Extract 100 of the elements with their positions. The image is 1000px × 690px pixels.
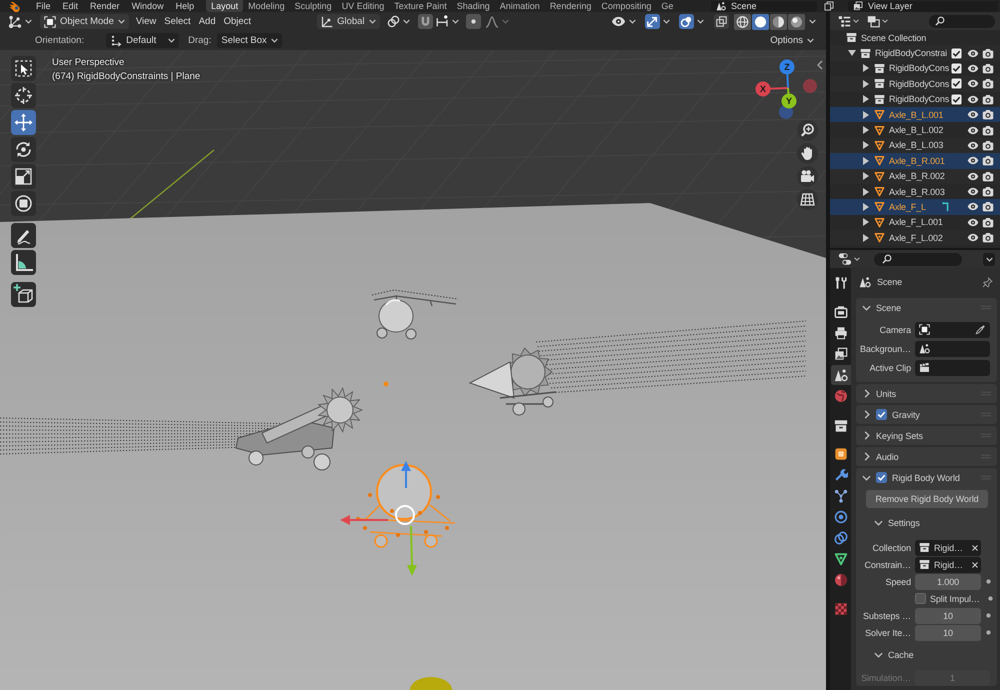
outliner-row[interactable]: Scene Collection [830, 30, 1000, 46]
expand-arrow-icon[interactable] [863, 234, 869, 242]
ruler-icon[interactable] [11, 250, 36, 275]
editor-type-button[interactable] [838, 252, 860, 266]
eye-icon[interactable] [967, 94, 979, 104]
workspace-tab[interactable]: Modeling [243, 0, 290, 12]
eye-icon[interactable] [967, 64, 979, 73]
datablock-field[interactable]: Rigid… [915, 540, 981, 556]
close-icon[interactable] [970, 560, 979, 568]
checkbox-control[interactable]: Split Impul… [915, 590, 983, 606]
workspace-tab[interactable]: Compositing [596, 0, 656, 12]
xray-squares-icon[interactable] [714, 14, 729, 29]
search-field[interactable] [929, 14, 995, 28]
zoom-icon[interactable] [797, 120, 818, 141]
expand-arrow-icon[interactable] [863, 95, 869, 104]
outliner-row[interactable]: Axle_B_R.001 [830, 153, 1000, 169]
datablock-field[interactable]: Rigid… [915, 556, 981, 572]
hand-icon[interactable] [797, 143, 818, 164]
eye-icon[interactable] [967, 172, 979, 181]
select-box-icon[interactable] [11, 56, 36, 81]
eye-icon[interactable] [967, 140, 979, 150]
camera-icon[interactable] [982, 170, 994, 182]
keyframe-dot-icon[interactable] [986, 579, 990, 584]
expand-arrow-icon[interactable] [863, 110, 869, 119]
panel-header[interactable]: Units [856, 384, 997, 403]
falloff-dropdown[interactable] [484, 16, 509, 28]
checkbox[interactable] [876, 472, 887, 483]
checkbox[interactable] [951, 48, 962, 59]
workspace-tab[interactable]: Rendering [544, 0, 596, 12]
outliner-row[interactable]: Axle_B_L.001 [830, 106, 1000, 122]
negative-x-axis-handle[interactable] [803, 79, 817, 93]
expand-arrow-icon[interactable] [863, 141, 869, 150]
number-field[interactable]: 10 [915, 624, 981, 640]
eyedropper-icon[interactable] [975, 324, 986, 335]
workspace-tab[interactable]: UV Editing [336, 0, 390, 12]
expand-arrow-icon[interactable] [863, 188, 869, 196]
orientation-dropdown[interactable]: Global [317, 14, 380, 29]
expand-arrow-icon[interactable] [848, 50, 856, 56]
camera-icon[interactable] [982, 62, 994, 74]
eye-icon[interactable] [967, 156, 979, 166]
menu-item[interactable]: Add [194, 16, 220, 27]
movie-camera-icon[interactable] [797, 166, 818, 187]
outliner-row[interactable]: Axle_B_L.002 [830, 122, 1000, 138]
grid-icon[interactable] [797, 189, 818, 210]
camera-icon[interactable] [982, 48, 994, 59]
outliner-row[interactable]: RigidBodyCons [830, 92, 1000, 107]
caret-icon[interactable] [663, 19, 670, 24]
expand-arrow-icon[interactable] [863, 156, 869, 165]
outliner-row[interactable]: Axle_B_R.003 [830, 184, 1000, 200]
expand-arrow-icon[interactable] [863, 126, 869, 134]
overlay-circles-icon[interactable] [679, 14, 694, 29]
workspace-tab[interactable]: Ge [656, 0, 678, 12]
checkbox[interactable] [915, 593, 926, 604]
camera-icon[interactable] [982, 109, 994, 120]
checkbox[interactable] [876, 409, 887, 420]
pivot-dropdown[interactable] [386, 15, 410, 28]
mode-dropdown[interactable]: Object Mode [40, 14, 129, 29]
camera-icon[interactable] [982, 78, 994, 90]
pin-icon[interactable] [982, 276, 993, 288]
number-field[interactable]: 1.000 [915, 574, 981, 590]
camera-icon[interactable] [982, 186, 994, 198]
search-field[interactable] [874, 252, 962, 266]
properties-tab[interactable] [830, 365, 850, 385]
workspace-tab[interactable]: Shading [452, 0, 495, 12]
subpanel-header[interactable]: Settings [856, 514, 997, 532]
outliner-row[interactable]: Axle_F_L.001 [830, 214, 1000, 230]
caret-icon[interactable] [697, 19, 704, 24]
menu-item[interactable]: Select [160, 16, 195, 27]
menu-item[interactable]: Help [170, 0, 200, 12]
eye-icon[interactable] [967, 126, 979, 135]
subpanel-header[interactable]: Cache [856, 646, 997, 664]
datablock-field[interactable] [915, 340, 990, 356]
eye-icon[interactable] [967, 202, 979, 212]
keyframe-dot-icon[interactable] [988, 596, 992, 601]
keyframe-dot-icon[interactable] [986, 613, 990, 618]
menu-item[interactable]: File [30, 0, 57, 12]
menu-item[interactable]: View [132, 16, 160, 27]
close-icon[interactable] [970, 544, 979, 552]
menu-item[interactable]: Edit [56, 0, 84, 12]
visibility-dropdown[interactable] [611, 16, 636, 27]
view-layer-field[interactable]: View Layer [848, 0, 998, 12]
workspace-tab[interactable]: Texture Paint [389, 0, 452, 12]
checkbox[interactable] [951, 78, 962, 90]
camera-icon[interactable] [982, 124, 994, 136]
eye-icon[interactable] [967, 48, 979, 58]
panel-header[interactable]: Gravity [856, 405, 997, 424]
eye-icon[interactable] [967, 79, 979, 88]
camera-icon[interactable] [982, 201, 994, 212]
scene-field[interactable]: Scene [711, 0, 817, 12]
rotate-icon[interactable] [11, 137, 36, 162]
menu-item[interactable]: Window [126, 0, 170, 12]
display-mode-dropdown[interactable] [867, 14, 888, 28]
checkbox[interactable] [951, 62, 962, 74]
gizmo-arrows-icon[interactable] [645, 14, 660, 29]
keyframe-dot-icon[interactable] [986, 630, 990, 635]
datablock-field[interactable] [915, 322, 990, 338]
checkbox[interactable] [951, 94, 962, 105]
outliner-row[interactable]: RigidBodyCons [830, 60, 1000, 76]
camera-icon[interactable] [982, 140, 994, 151]
camera-icon[interactable] [982, 232, 994, 244]
